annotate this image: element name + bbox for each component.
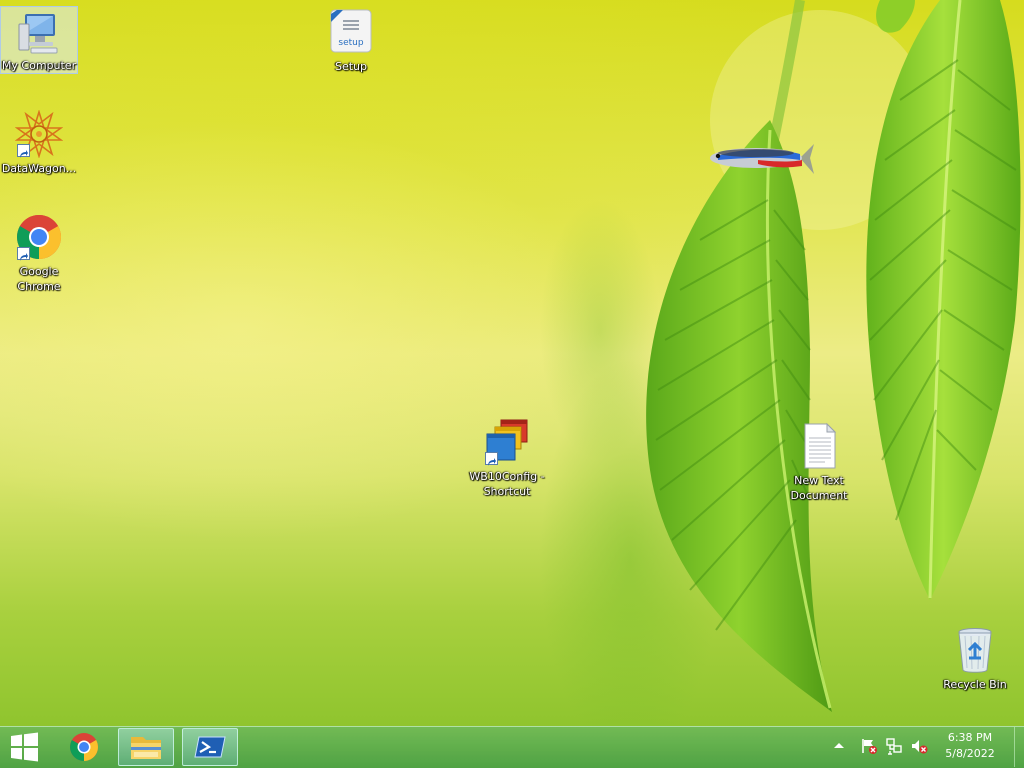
desktop-icon-wb10config[interactable]: WB10Config - Shortcut: [468, 418, 546, 499]
desktop-icon-my-computer[interactable]: My Computer: [0, 6, 78, 74]
show-desktop-button[interactable]: [1014, 727, 1024, 767]
taskbar-powershell-button[interactable]: [182, 728, 238, 766]
start-button[interactable]: [0, 728, 48, 766]
shortcut-arrow-icon: [17, 247, 30, 261]
recycle-bin-icon: [958, 628, 992, 673]
wallpaper-leaves: [540, 0, 1021, 760]
desktop-icon-new-text-document[interactable]: New Text Document: [780, 422, 858, 503]
desktop-icon-setup[interactable]: setup Setup: [312, 8, 390, 74]
computer-icon: [18, 14, 58, 54]
shortcut-arrow-icon: [17, 144, 30, 158]
desktop-icon-label: DataWagon...: [1, 162, 77, 175]
taskbar: 6:38 PM 5/8/2022: [0, 726, 1024, 768]
desktop-icon-label: Recycle Bin: [943, 678, 1007, 691]
desktop-icon-label: Setup: [334, 60, 368, 73]
show-hidden-icons-chevron[interactable]: [830, 737, 848, 755]
clock-date: 5/8/2022: [945, 747, 995, 760]
desktop-icon-recycle-bin[interactable]: Recycle Bin: [936, 626, 1014, 692]
file-explorer-icon: [131, 737, 161, 759]
network-icon[interactable]: [885, 737, 903, 755]
desktop-icon-label: Google Chrome: [17, 265, 61, 293]
chrome-icon: [70, 733, 98, 761]
desktop-icon-label: New Text Document: [790, 474, 848, 502]
desktop-icon-google-chrome[interactable]: Google Chrome: [0, 213, 78, 294]
windows-logo-icon: [11, 732, 38, 762]
text-document-icon: [804, 422, 837, 469]
desktop-icon-label: WB10Config - Shortcut: [469, 470, 545, 498]
volume-muted-icon[interactable]: [910, 737, 928, 755]
setup-icon-text: setup: [338, 38, 363, 48]
desktop-icon-label: My Computer: [1, 59, 77, 72]
shortcut-arrow-icon: [485, 452, 498, 466]
clock-time: 6:38 PM: [947, 731, 993, 744]
desktop-icon-datawagon[interactable]: DataWagon...: [0, 110, 78, 176]
desktop[interactable]: My Computer setup Setup DataWagon... Goo…: [0, 0, 1024, 768]
taskbar-chrome-button[interactable]: [58, 728, 110, 766]
taskbar-clock[interactable]: 6:38 PM 5/8/2022: [936, 730, 1004, 764]
action-center-flag-icon[interactable]: [860, 737, 878, 755]
setup-icon: setup: [330, 9, 372, 53]
fish-icon[interactable]: [708, 136, 814, 180]
taskbar-file-explorer-button[interactable]: [118, 728, 174, 766]
powershell-icon: [194, 736, 226, 758]
